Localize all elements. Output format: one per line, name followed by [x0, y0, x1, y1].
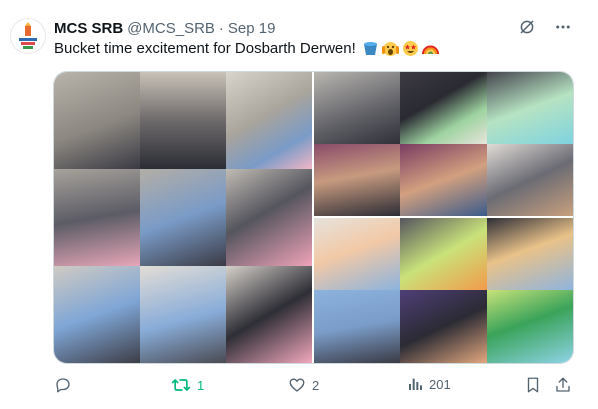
more-options-icon[interactable] [554, 18, 572, 36]
photo-right-bottom[interactable] [314, 218, 573, 363]
avatar[interactable] [10, 18, 46, 54]
screaming-face-emoji [381, 40, 399, 57]
heart-icon [289, 378, 305, 392]
grok-icon[interactable] [518, 18, 536, 36]
photo-left[interactable] [54, 72, 312, 363]
retweet-icon [171, 379, 191, 391]
tweet[interactable]: MCS SRB @MCS_SRB · Sep 19 Bucket time ex… [0, 0, 598, 409]
views-count: 201 [429, 376, 451, 392]
like-button[interactable]: 2 [288, 376, 319, 394]
like-count: 2 [312, 377, 320, 393]
views-icon [409, 378, 422, 390]
bucket-emoji [362, 40, 379, 57]
tweet-body: Bucket time excitement for Dosbarth Derw… [54, 40, 356, 57]
tweet-date[interactable]: Sep 19 [228, 20, 276, 37]
reply-icon [56, 378, 70, 393]
retweet-count: 1 [197, 377, 205, 393]
tweet-actions: 1 2 201 [54, 372, 574, 400]
views-button[interactable]: 201 [407, 376, 451, 392]
rainbow-emoji [421, 40, 439, 57]
reply-button[interactable] [54, 376, 78, 394]
user-handle[interactable]: @MCS_SRB [127, 20, 215, 37]
retweet-button[interactable]: 1 [171, 376, 204, 394]
tweet-header: MCS SRB @MCS_SRB · Sep 19 [54, 18, 588, 38]
tweet-media[interactable] [53, 71, 574, 364]
share-button[interactable] [554, 376, 578, 394]
star-struck-emoji [402, 40, 419, 57]
bookmark-button[interactable] [524, 376, 548, 394]
bookmark-icon [527, 377, 539, 393]
school-logo-icon [19, 22, 37, 49]
photo-right-top[interactable] [314, 72, 573, 216]
display-name[interactable]: MCS SRB [54, 20, 123, 37]
separator-dot: · [218, 19, 224, 37]
share-icon [556, 377, 570, 392]
tweet-text: Bucket time excitement for Dosbarth Derw… [54, 40, 439, 57]
